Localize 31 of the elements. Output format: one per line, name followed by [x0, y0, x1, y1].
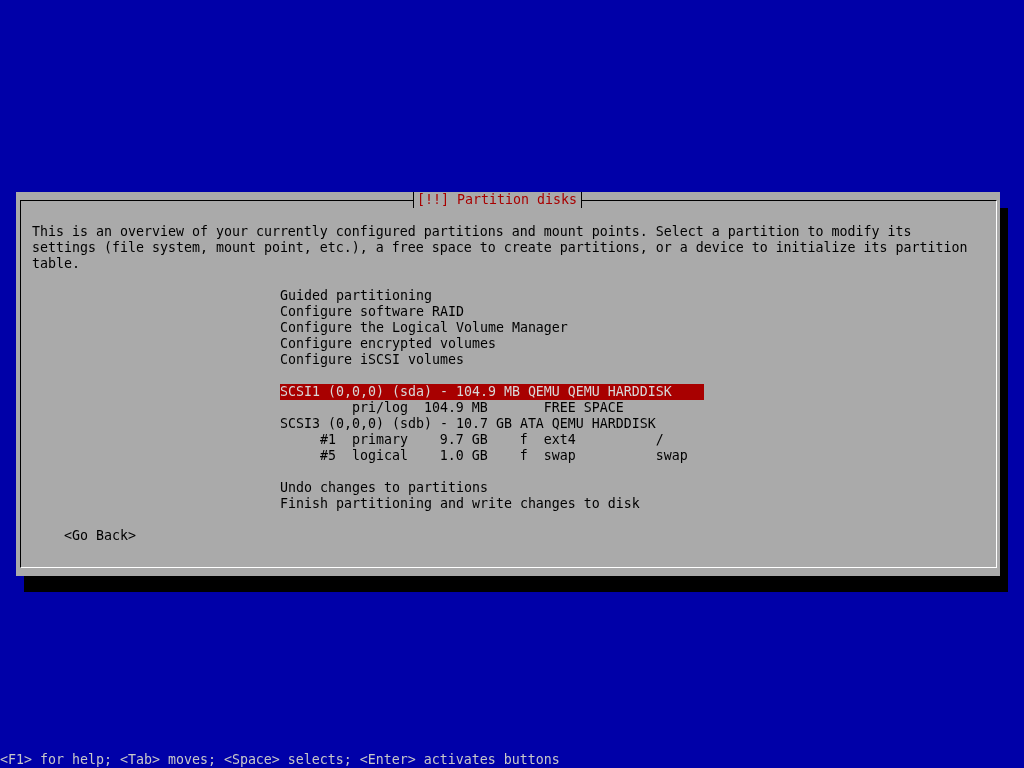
- dialog-message: This is an overview of your currently configured partitions and mount points. Select a partition to modify its settings (file system, mount point, etc.), a free space to create partitions, or a device to initialize its partition table.: [32, 224, 969, 272]
- partition-type: primary: [351, 432, 408, 447]
- menu-item[interactable]: Configure encrypted volumes: [280, 336, 704, 352]
- help-text: <F1> for help; <Tab> moves; <Space> selects; <Enter> activates buttons: [0, 752, 561, 768]
- disk-entry[interactable]: SCSI3 (0,0,0) (sdb) - 10.7 GB ATA QEMU HARDDISK: [280, 416, 704, 432]
- partition-number: #5: [319, 448, 336, 463]
- dialog-title: [!!] Partition disks: [413, 192, 582, 208]
- partition-entry[interactable]: #5 logical 1.0 GB f swap swap: [280, 448, 704, 464]
- partition-flag-text: f: [519, 448, 528, 463]
- partition-mount-point: /: [655, 432, 664, 447]
- menu-item[interactable]: Guided partitioning: [280, 288, 704, 304]
- menu-item[interactable]: Finish partitioning and write changes to disk: [280, 496, 704, 512]
- partition-type: logical: [351, 448, 408, 463]
- partition-flag-text: f: [519, 432, 528, 447]
- menu-item[interactable]: Configure the Logical Volume Manager: [280, 320, 704, 336]
- partition-entry[interactable]: pri/log 104.9 MB FREE SPACE: [280, 400, 704, 416]
- partition-size: 104.9 MB: [423, 400, 488, 415]
- partition-type: pri/log: [351, 400, 408, 415]
- menu-item[interactable]: Configure software RAID: [280, 304, 704, 320]
- partition-filesystem: FREE SPACE: [543, 400, 624, 415]
- partition-filesystem: swap: [543, 448, 576, 463]
- go-back-button[interactable]: <Go Back>: [64, 528, 136, 543]
- partition-size: 1.0 GB: [439, 448, 488, 463]
- menu-item[interactable]: Configure iSCSI volumes: [280, 352, 704, 368]
- partition-filesystem: ext4: [543, 432, 576, 447]
- partition-number: #1: [319, 432, 336, 447]
- partition-size: 9.7 GB: [439, 432, 488, 447]
- menu-item[interactable]: Undo changes to partitions: [280, 480, 704, 496]
- partition-mount-point: swap: [655, 448, 688, 463]
- partition-entry[interactable]: #1 primary 9.7 GB f ext4 /: [280, 432, 704, 448]
- disk-entry[interactable]: SCSI1 (0,0,0) (sda) - 104.9 MB QEMU QEMU HARDDISK: [280, 384, 704, 400]
